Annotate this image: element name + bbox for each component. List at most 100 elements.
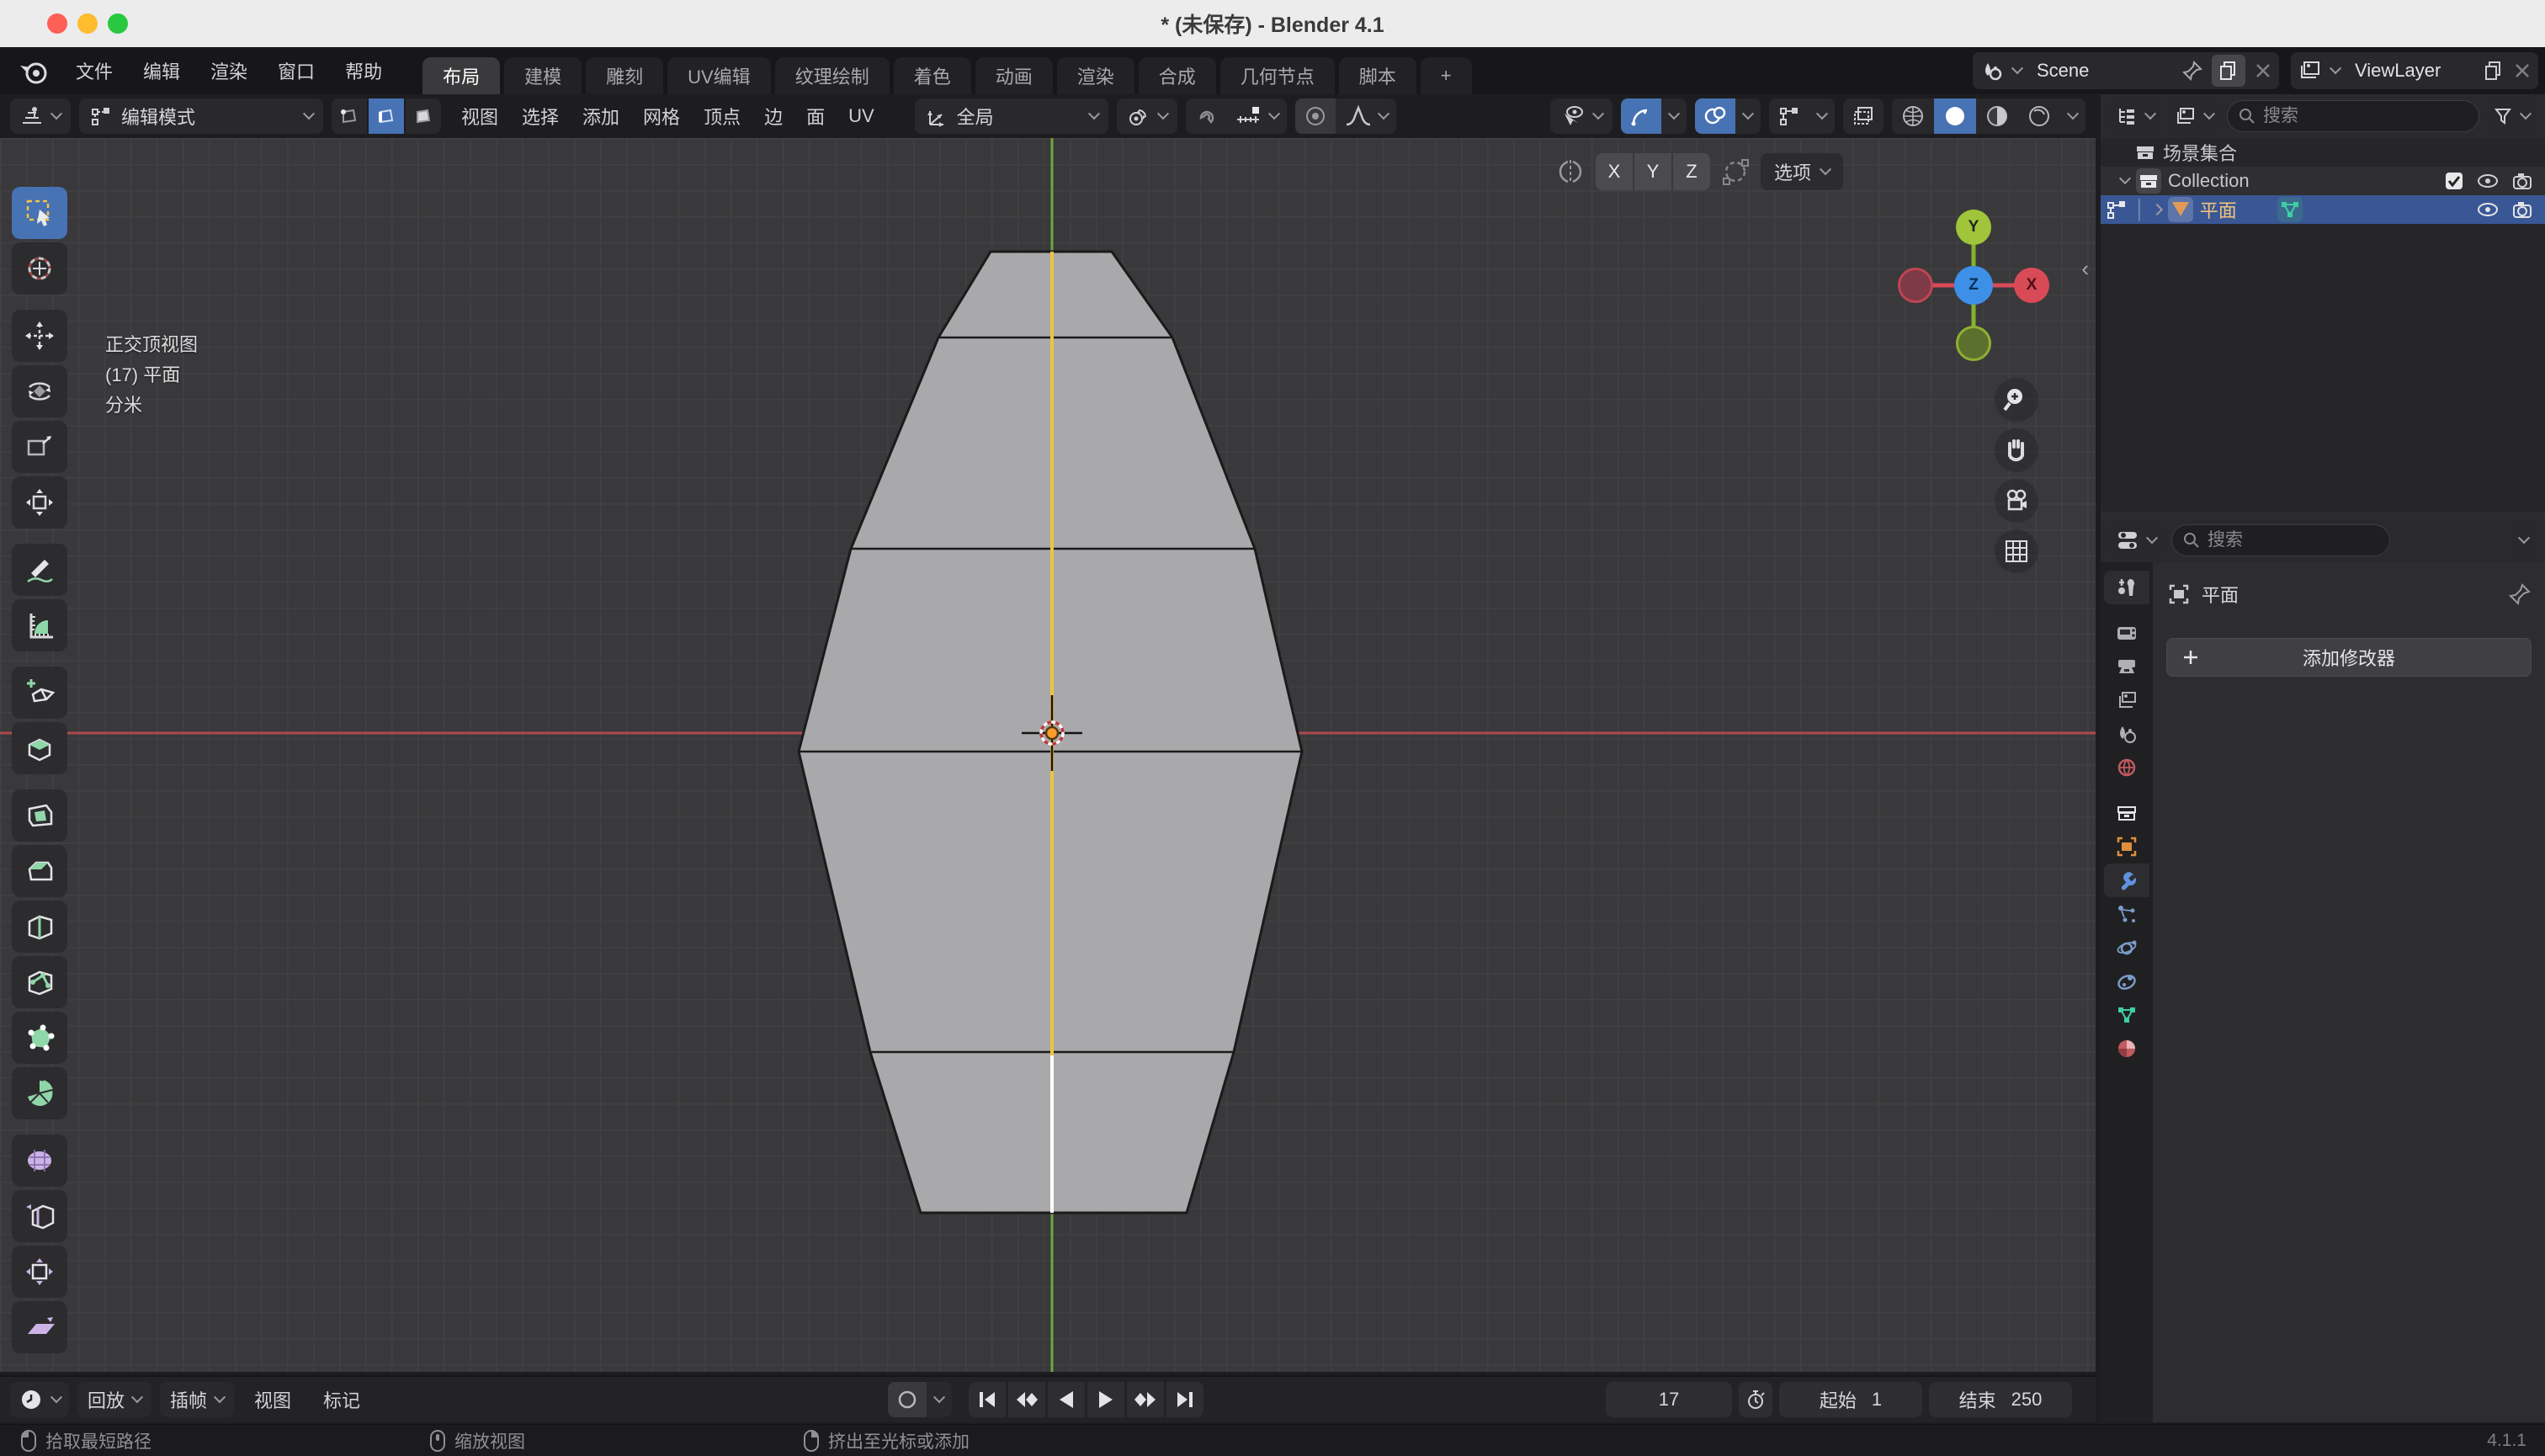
hide-eye-icon[interactable] — [2476, 172, 2500, 190]
tool-measure[interactable] — [12, 599, 67, 651]
viewport-3d[interactable]: 正交顶视图 (17) 平面 分米 X Y Z 选项 — [0, 138, 2096, 1372]
proportional-edit-toggle[interactable] — [1295, 98, 1336, 134]
mesh-edit-overlay-icon[interactable] — [1769, 98, 1809, 134]
gizmo-y-axis[interactable]: Y — [1956, 210, 1991, 245]
timeline-view-menu[interactable]: 视图 — [242, 1386, 303, 1413]
new-scene-button[interactable] — [2212, 55, 2245, 87]
menu-window[interactable]: 窗口 — [263, 54, 330, 88]
collection-name[interactable]: Collection — [2168, 170, 2250, 192]
shading-options-selector[interactable] — [2060, 98, 2085, 134]
tool-cursor[interactable] — [12, 242, 67, 295]
mode-selector[interactable]: 编辑模式 — [79, 98, 323, 134]
unlink-scene-button[interactable] — [2254, 61, 2272, 80]
sidebar-collapse-arrow[interactable]: ‹ — [2081, 256, 2089, 282]
menu-edge[interactable]: 边 — [752, 103, 794, 130]
hide-eye-icon[interactable] — [2476, 200, 2500, 219]
tool-rotate[interactable] — [12, 365, 67, 417]
scene-name[interactable]: Scene — [2030, 60, 2173, 82]
scene-browse-chevron[interactable] — [2011, 62, 2023, 74]
blender-logo-icon[interactable] — [17, 54, 50, 88]
menu-edit[interactable]: 编辑 — [128, 54, 195, 88]
menu-face[interactable]: 面 — [794, 103, 837, 130]
zoom-window-button[interactable] — [108, 13, 128, 34]
tool-bevel[interactable] — [12, 845, 67, 897]
menu-add[interactable]: 添加 — [571, 103, 631, 130]
tab-layout[interactable]: 布局 — [422, 57, 500, 94]
tool-shrink-fatten[interactable] — [12, 1246, 67, 1298]
zoom-view-button[interactable] — [1995, 378, 2038, 422]
tab-scene-properties[interactable] — [2104, 717, 2149, 751]
tool-spin[interactable] — [12, 1067, 67, 1119]
menu-vertex[interactable]: 顶点 — [692, 103, 752, 130]
menu-file[interactable]: 文件 — [61, 54, 128, 88]
tool-edge-slide[interactable] — [12, 1190, 67, 1242]
mirror-x-button[interactable]: X — [1596, 153, 1633, 190]
wireframe-shading-button[interactable] — [1892, 98, 1934, 134]
tab-tool-properties[interactable] — [2104, 571, 2149, 604]
outliner-filter-type-selector[interactable] — [2168, 100, 2220, 132]
tab-modeling[interactable]: 建模 — [504, 57, 582, 94]
tool-extrude-region[interactable] — [12, 722, 67, 774]
playback-menu[interactable]: 回放 — [77, 1382, 151, 1417]
auto-keying-options[interactable] — [927, 1382, 952, 1417]
disable-render-camera-icon[interactable] — [2511, 171, 2533, 191]
pin-icon[interactable] — [2181, 60, 2203, 82]
proportional-falloff-selector[interactable] — [1336, 98, 1396, 134]
tool-shear[interactable] — [12, 1301, 67, 1353]
properties-search-input[interactable] — [2208, 530, 2379, 550]
tool-transform[interactable] — [12, 476, 67, 529]
options-button[interactable]: 选项 — [1761, 153, 1843, 190]
outliner-display-mode-selector[interactable] — [2109, 100, 2161, 132]
jump-to-start-button[interactable] — [969, 1382, 1006, 1417]
material-preview-button[interactable] — [1976, 98, 2018, 134]
outliner-row-scene-collection[interactable]: 场景集合 — [2101, 138, 2545, 167]
frame-end-field[interactable]: 结束 250 — [1929, 1382, 2072, 1417]
tab-particle-properties[interactable] — [2104, 897, 2149, 931]
snap-target-selector[interactable] — [1226, 98, 1287, 134]
close-window-button[interactable] — [47, 13, 67, 34]
menu-uv[interactable]: UV — [837, 105, 886, 127]
tab-constraint-properties[interactable] — [2104, 964, 2149, 998]
pivot-point-selector[interactable] — [1117, 98, 1177, 134]
tab-sculpting[interactable]: 雕刻 — [586, 57, 663, 94]
transform-orientation-selector[interactable]: 全局 — [915, 98, 1108, 134]
vertex-select-button[interactable] — [332, 98, 367, 134]
mirror-icon[interactable] — [1554, 155, 1587, 189]
tool-add-cube[interactable] — [12, 667, 67, 719]
tab-material-properties[interactable] — [2104, 1032, 2149, 1065]
tab-texture-paint[interactable]: 纹理绘制 — [775, 57, 890, 94]
properties-editor-type-button[interactable] — [2109, 524, 2163, 556]
menu-select[interactable]: 选择 — [510, 103, 571, 130]
edge-select-button[interactable] — [369, 98, 404, 134]
tab-output-properties[interactable] — [2104, 650, 2149, 683]
viewlayer-browse-chevron[interactable] — [2330, 62, 2341, 74]
timeline-marker-menu[interactable]: 标记 — [311, 1386, 372, 1413]
tool-poly-build[interactable] — [12, 1012, 67, 1064]
outliner-row-collection[interactable]: Collection — [2101, 167, 2545, 195]
play-reverse-button[interactable] — [1048, 1382, 1085, 1417]
viewlayer-name[interactable]: ViewLayer — [2348, 60, 2474, 82]
tab-shading[interactable]: 着色 — [894, 57, 971, 94]
tab-render-properties[interactable] — [2104, 616, 2149, 650]
object-name[interactable]: 平面 — [2200, 196, 2237, 223]
tool-smooth[interactable] — [12, 1135, 67, 1187]
tab-rendering[interactable]: 渲染 — [1057, 57, 1134, 94]
perspective-toggle-button[interactable] — [1995, 529, 2038, 573]
outliner-search-input[interactable] — [2263, 106, 2468, 126]
gizmo-x-negative[interactable] — [1898, 268, 1933, 303]
gizmo-options-selector[interactable] — [1661, 98, 1687, 134]
tab-compositing[interactable]: 合成 — [1139, 57, 1216, 94]
tool-move[interactable] — [12, 310, 67, 362]
tool-scale[interactable] — [12, 421, 67, 473]
snap-toggle[interactable] — [1186, 98, 1226, 134]
gizmo-x-axis[interactable]: X — [2014, 268, 2049, 303]
outliner-filter-button[interactable] — [2486, 100, 2537, 132]
new-viewlayer-button[interactable] — [2483, 60, 2505, 82]
snap-circle-icon[interactable] — [1719, 155, 1752, 189]
navigation-gizmo[interactable]: Y Z X — [1898, 210, 2049, 361]
viewlayer-icon[interactable] — [2298, 58, 2323, 83]
show-gizmo-toggle[interactable] — [1621, 98, 1661, 134]
tab-object-properties[interactable] — [2104, 830, 2149, 864]
add-workspace-button[interactable]: + — [1421, 57, 1472, 94]
scene-icon[interactable] — [1979, 58, 2005, 83]
